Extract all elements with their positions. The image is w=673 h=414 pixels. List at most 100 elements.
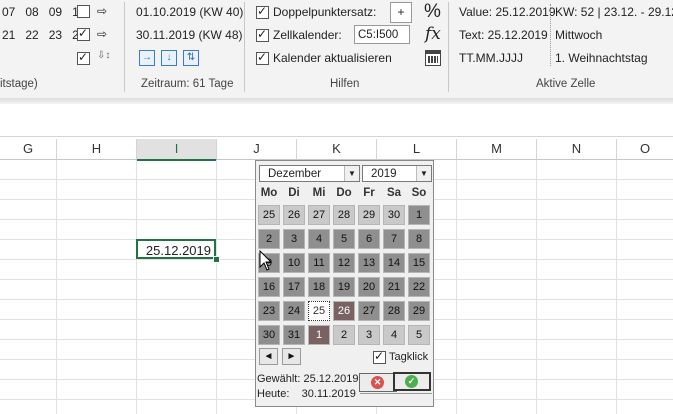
active-cell[interactable]: 25.12.2019	[136, 239, 216, 259]
equals-icon-2[interactable]: ⇨	[97, 27, 107, 41]
calendar-day[interactable]: 3	[283, 229, 305, 249]
year-select[interactable]: 2019 ▼	[362, 165, 432, 182]
format-label: TT.MM.JJJJ	[459, 51, 523, 65]
calendar-day[interactable]: 29	[358, 205, 380, 225]
column-header-j[interactable]: J	[217, 139, 297, 160]
left-checkbox-2[interactable]	[77, 26, 90, 41]
ok-button[interactable]: ✓	[393, 372, 431, 391]
calendar-day[interactable]: 20	[358, 277, 380, 297]
doppelpunkt-checkbox[interactable]	[256, 4, 269, 19]
fill-handle[interactable]	[213, 256, 220, 263]
calendar-day[interactable]: 5	[333, 229, 355, 249]
calendar-day[interactable]: 14	[383, 253, 405, 273]
calendar-day[interactable]: 2	[333, 325, 355, 345]
chevron-down-icon[interactable]: ▼	[416, 166, 431, 181]
zeitraum-end[interactable]: 30.11.2019 (KW 48)	[136, 28, 243, 42]
calendar-day[interactable]: 26	[333, 301, 355, 321]
calendar-day[interactable]: 19	[333, 277, 355, 297]
calendar-day[interactable]: 24	[283, 301, 305, 321]
calendar-day[interactable]: 31	[283, 325, 305, 345]
column-header-m[interactable]: M	[457, 139, 537, 160]
column-header-g[interactable]: G	[0, 139, 57, 160]
calendar-day[interactable]: 28	[383, 301, 405, 321]
calendar-day[interactable]: 30	[383, 205, 405, 225]
calendar-day[interactable]: 28	[333, 205, 355, 225]
zellkalender-checkbox[interactable]	[256, 27, 269, 42]
zellkalender-input[interactable]: C5:I500	[354, 25, 410, 44]
calendar-day[interactable]: 4	[383, 325, 405, 345]
calendar-day[interactable]: 1	[408, 205, 430, 225]
left-checkbox-3[interactable]	[77, 50, 90, 65]
equals-icon-1[interactable]: ⇨	[97, 4, 107, 18]
calendar-day[interactable]: 30	[258, 325, 280, 345]
calendar-day[interactable]: 11	[308, 253, 330, 273]
calendar-day[interactable]: 1	[308, 325, 330, 345]
arrow-up-down-icon[interactable]: ⇅	[183, 50, 199, 66]
calendar-day[interactable]: 5	[408, 325, 430, 345]
separator	[244, 2, 245, 92]
column-header-l[interactable]: L	[377, 139, 457, 160]
aktualisieren-checkbox[interactable]	[256, 50, 269, 65]
calendar-day[interactable]: 18	[308, 277, 330, 297]
separator	[124, 2, 125, 92]
calendar-day[interactable]: 22	[408, 277, 430, 297]
chevron-down-icon[interactable]: ▼	[344, 166, 359, 181]
calendar-icon[interactable]	[425, 50, 441, 66]
column-header-k[interactable]: K	[297, 139, 377, 160]
fx-icon[interactable]: fx	[425, 24, 441, 44]
calendar-day[interactable]: 7	[383, 229, 405, 249]
calendar-day[interactable]: 8	[408, 229, 430, 249]
calendar-day[interactable]: 3	[358, 325, 380, 345]
calendar-day[interactable]: 21	[383, 277, 405, 297]
calendar-day[interactable]: 6	[358, 229, 380, 249]
calendar-day[interactable]: 10	[283, 253, 305, 273]
sort-icon[interactable]: ⇩↕	[97, 50, 110, 61]
formula-bar[interactable]	[0, 104, 673, 137]
arrow-right-icon[interactable]: →	[139, 50, 155, 66]
calendar-day[interactable]: 23	[258, 301, 280, 321]
year-value: 2019	[371, 168, 397, 180]
zeitraum-label: Zeitraum: 61 Tage	[141, 78, 234, 90]
day-21[interactable]: 21	[2, 28, 15, 42]
day-07[interactable]: 07	[2, 5, 15, 19]
divider	[360, 393, 432, 394]
calendar-day[interactable]: 12	[333, 253, 355, 273]
day-09[interactable]: 09	[49, 5, 62, 19]
day-08[interactable]: 08	[25, 5, 38, 19]
left-checkbox-1[interactable]	[77, 5, 90, 18]
column-header-o[interactable]: O	[617, 139, 673, 160]
calendar-day[interactable]: 29	[408, 301, 430, 321]
percent-icon[interactable]: %	[424, 1, 441, 23]
hilfen-label: Hilfen	[330, 78, 360, 90]
weekday-header: Do	[336, 187, 352, 199]
column-header-n[interactable]: N	[537, 139, 617, 160]
zeitraum-start[interactable]: 01.10.2019 (KW 40)	[136, 5, 243, 19]
doppelpunkt-input[interactable]: +	[390, 2, 412, 23]
calendar-day[interactable]: 15	[408, 253, 430, 273]
calendar-day[interactable]: 4	[308, 229, 330, 249]
prev-month-button[interactable]: ◄	[259, 348, 278, 365]
calendar-day[interactable]: 27	[308, 205, 330, 225]
month-select[interactable]: Dezember ▼	[259, 165, 360, 182]
kw-label: KW: 52 | 23.12. - 29.12.	[555, 5, 673, 19]
day-23[interactable]: 23	[49, 28, 62, 42]
cancel-button[interactable]: ✕	[359, 373, 397, 392]
next-month-button[interactable]: ►	[282, 348, 301, 365]
weekday-header: Di	[288, 187, 300, 199]
calendar-day[interactable]: 2	[258, 229, 280, 249]
column-header-i[interactable]: I	[137, 139, 217, 161]
calendar-day[interactable]: 16	[258, 277, 280, 297]
doppelpunkt-label: Doppelpunktersatz:	[273, 5, 377, 19]
calendar-day[interactable]: 26	[283, 205, 305, 225]
calendar-day[interactable]: 27	[358, 301, 380, 321]
calendar-day[interactable]: 13	[358, 253, 380, 273]
calendar-day[interactable]: 17	[283, 277, 305, 297]
day-22[interactable]: 22	[25, 28, 38, 42]
separator	[550, 4, 552, 66]
calendar-day[interactable]: 25	[258, 205, 280, 225]
tagklick-checkbox[interactable]	[373, 349, 386, 364]
calendar-day[interactable]: 25	[308, 301, 330, 321]
arrow-down-icon[interactable]: ↓	[161, 50, 177, 66]
column-header-h[interactable]: H	[57, 139, 137, 160]
weekday-header: Mo	[260, 187, 278, 199]
